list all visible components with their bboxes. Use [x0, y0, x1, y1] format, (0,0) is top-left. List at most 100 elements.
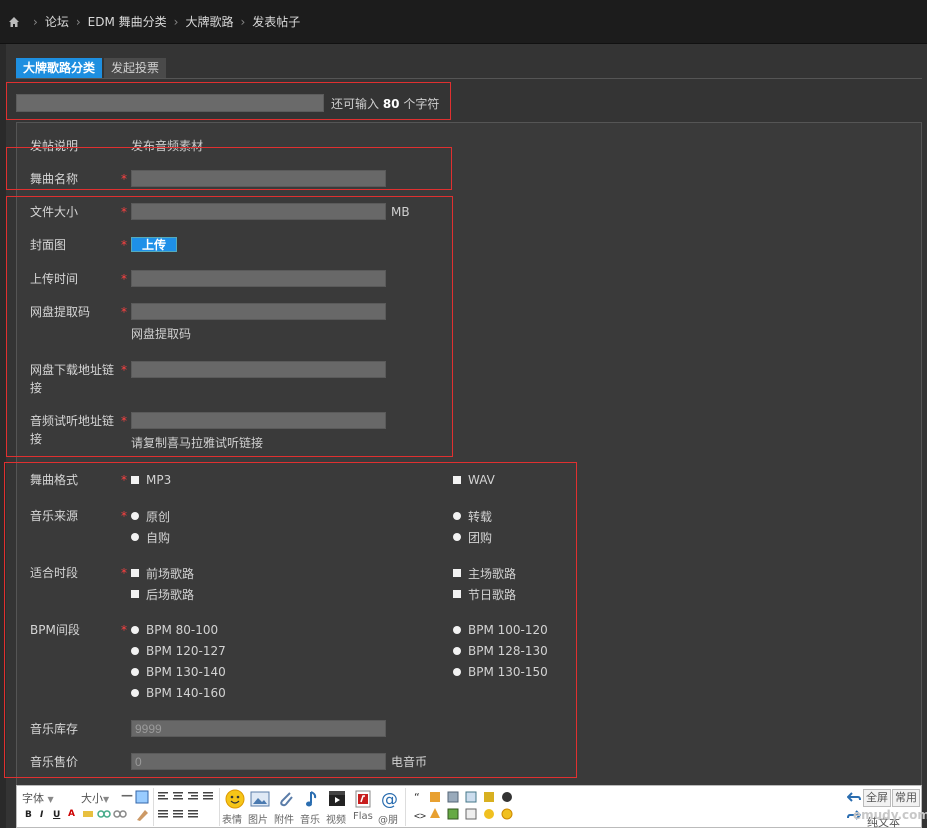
radio-bpm-128-130[interactable]: BPM 128-130	[453, 642, 548, 660]
breadcrumb-item-edm[interactable]: EDM 舞曲分类	[88, 13, 167, 30]
checkbox-box[interactable]	[453, 476, 461, 484]
extra-tools-icons[interactable]: “ <>	[413, 790, 525, 824]
checkbox-mp3[interactable]: MP3	[131, 471, 171, 489]
emoji-icon[interactable]	[225, 789, 245, 809]
upload-button[interactable]: 上传	[131, 237, 178, 252]
radio-dot[interactable]	[453, 533, 461, 541]
home-icon[interactable]	[8, 16, 20, 28]
music-icon[interactable]	[303, 789, 323, 809]
common-button[interactable]: 常用	[892, 789, 920, 807]
size-select-label: 大小	[81, 792, 103, 805]
option-label: 自购	[146, 530, 171, 545]
option-label: BPM 140-160	[146, 686, 226, 700]
flash-icon[interactable]	[353, 789, 373, 809]
price-input[interactable]	[131, 753, 386, 770]
tab-start-poll[interactable]: 发起投票	[104, 58, 167, 78]
option-label: BPM 100-120	[468, 623, 548, 637]
radio-original[interactable]: 原创	[131, 507, 170, 525]
attachment-label: 附件	[274, 815, 294, 826]
pan-link-input[interactable]	[131, 361, 386, 378]
option-label: 团购	[468, 530, 493, 545]
radio-dot[interactable]	[131, 668, 139, 676]
alignment-icons[interactable]	[157, 790, 217, 822]
video-icon[interactable]	[327, 789, 347, 809]
bold-icon[interactable]: B	[25, 810, 32, 820]
highlight-icon[interactable]	[81, 808, 95, 820]
checkbox-main-set[interactable]: 主场歌路	[453, 564, 516, 582]
unlink-icon[interactable]	[113, 808, 127, 820]
background-color-icon[interactable]	[135, 790, 149, 804]
toolbar-divider	[153, 788, 154, 826]
at-mention-icon[interactable]: @	[379, 789, 399, 810]
underline-icon[interactable]: U	[53, 810, 60, 820]
attachment-icon[interactable]	[276, 789, 296, 809]
radio-dot[interactable]	[131, 647, 139, 655]
file-size-label: 文件大小	[30, 205, 79, 219]
checkbox-box[interactable]	[131, 476, 139, 484]
option-label: 转载	[468, 509, 493, 524]
fullscreen-button[interactable]: 全屏	[863, 789, 891, 807]
preview-link-label-line2: 接	[30, 432, 43, 446]
breadcrumb-item-forum[interactable]: 论坛	[45, 13, 69, 30]
hr-icon[interactable]: —	[121, 788, 133, 802]
radio-bpm-100-120[interactable]: BPM 100-120	[453, 621, 548, 639]
radio-dot[interactable]	[131, 533, 139, 541]
checkbox-box[interactable]	[131, 590, 139, 598]
upload-time-input[interactable]	[131, 270, 386, 287]
pan-code-input[interactable]	[131, 303, 386, 320]
title-char-hint: 还可输入 80 个字符	[331, 95, 439, 112]
remaining-char-count: 80	[382, 96, 400, 111]
chevron-right-icon: ›	[173, 14, 179, 29]
radio-bpm-120-127[interactable]: BPM 120-127	[131, 642, 226, 660]
pan-code-hint: 网盘提取码	[131, 327, 192, 341]
radio-dot[interactable]	[131, 689, 139, 697]
post-panel: 大牌歌路分类 发起投票 还可输入 80 个字符 发帖说明 发布音频素材 舞曲名称…	[6, 44, 927, 828]
checkbox-closing-set[interactable]: 后场歌路	[131, 585, 194, 603]
undo-icon[interactable]	[846, 790, 861, 804]
tab-bigname-category[interactable]: 大牌歌路分类	[16, 58, 103, 78]
font-size-select[interactable]: 大小▼	[81, 790, 109, 806]
checkbox-wav[interactable]: WAV	[453, 471, 495, 489]
stock-input[interactable]	[131, 720, 386, 737]
radio-self-purchased[interactable]: 自购	[131, 528, 170, 546]
checkbox-holiday-set[interactable]: 节日歌路	[453, 585, 516, 603]
post-title-input[interactable]	[16, 94, 324, 112]
radio-dot[interactable]	[453, 626, 461, 634]
link-icon[interactable]	[97, 808, 111, 820]
radio-bpm-130-140[interactable]: BPM 130-140	[131, 663, 226, 681]
breadcrumb-item-bigname[interactable]: 大牌歌路	[185, 13, 233, 30]
italic-icon[interactable]: I	[40, 810, 43, 820]
checkbox-box[interactable]	[131, 569, 139, 577]
font-color-icon[interactable]: A	[68, 809, 75, 819]
preview-link-input[interactable]	[131, 412, 386, 429]
required-mark: *	[121, 509, 127, 523]
radio-dot[interactable]	[131, 512, 139, 520]
radio-dot[interactable]	[131, 626, 139, 634]
radio-dot[interactable]	[453, 668, 461, 676]
toolbar-divider	[219, 788, 220, 826]
price-unit: 电音币	[391, 755, 428, 769]
clear-format-icon[interactable]	[135, 808, 149, 822]
upload-time-label: 上传时间	[30, 272, 79, 286]
radio-dot[interactable]	[453, 512, 461, 520]
track-name-input[interactable]	[131, 170, 386, 187]
option-label: MP3	[146, 473, 172, 487]
radio-repost[interactable]: 转载	[453, 507, 492, 525]
radio-bpm-130-150[interactable]: BPM 130-150	[453, 663, 548, 681]
stock-label: 音乐库存	[30, 722, 79, 736]
required-mark: *	[121, 205, 127, 219]
radio-bpm-80-100[interactable]: BPM 80-100	[131, 621, 218, 639]
radio-dot[interactable]	[453, 647, 461, 655]
radio-group-buy[interactable]: 团购	[453, 528, 492, 546]
pan-link-label-line1: 网盘下载地址链	[30, 363, 115, 377]
radio-bpm-140-160[interactable]: BPM 140-160	[131, 684, 226, 702]
checkbox-opening-set[interactable]: 前场歌路	[131, 564, 194, 582]
font-family-select[interactable]: 字体 ▼	[22, 790, 54, 806]
period-label: 适合时段	[30, 566, 79, 580]
dropdown-arrow-icon: ▼	[47, 795, 54, 804]
checkbox-box[interactable]	[453, 569, 461, 577]
option-label: BPM 128-130	[468, 644, 548, 658]
checkbox-box[interactable]	[453, 590, 461, 598]
image-icon[interactable]	[250, 790, 270, 808]
file-size-input[interactable]	[131, 203, 386, 220]
